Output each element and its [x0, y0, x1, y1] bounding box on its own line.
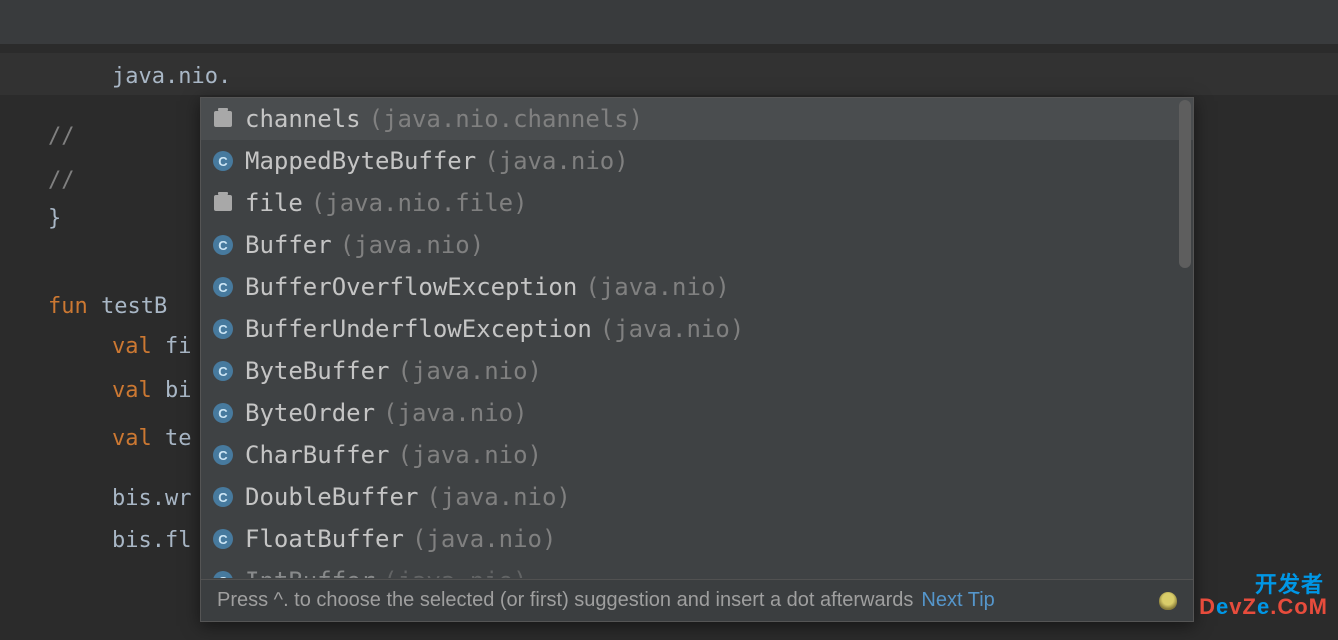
code-line-9[interactable]: bis.wr: [112, 478, 191, 520]
completion-name: BufferUnderflowException: [245, 315, 592, 343]
completion-item-MappedByteBuffer[interactable]: C MappedByteBuffer (java.nio): [201, 140, 1193, 182]
completion-item-BufferOverflowException[interactable]: C BufferOverflowException (java.nio): [201, 266, 1193, 308]
completion-name: ByteOrder: [245, 399, 375, 427]
completion-item-BufferUnderflowException[interactable]: C BufferUnderflowException (java.nio): [201, 308, 1193, 350]
class-icon: C: [213, 277, 233, 297]
code-line-3[interactable]: //: [48, 160, 75, 202]
completion-scrollbar[interactable]: [1179, 100, 1191, 576]
completion-package: (java.nio): [426, 483, 571, 511]
completion-hint: Press ^. to choose the selected (or firs…: [217, 589, 913, 612]
top-bar: [0, 0, 1338, 44]
completion-package: (java.nio): [383, 567, 528, 578]
completion-item-IntBuffer[interactable]: C IntBuffer (java.nio): [201, 560, 1193, 578]
completion-item-Buffer[interactable]: C Buffer (java.nio): [201, 224, 1193, 266]
class-icon: C: [213, 235, 233, 255]
completion-name: FloatBuffer: [245, 525, 404, 553]
completion-name: channels: [245, 105, 361, 133]
completion-package: (java.nio): [340, 231, 485, 259]
class-icon: C: [213, 151, 233, 171]
completion-item-CharBuffer[interactable]: C CharBuffer (java.nio): [201, 434, 1193, 476]
completion-item-channels[interactable]: channels (java.nio.channels): [201, 98, 1193, 140]
code-line-7[interactable]: val bi: [112, 370, 192, 412]
code-line-2[interactable]: //: [48, 116, 75, 158]
completion-name: Buffer: [245, 231, 332, 259]
package-icon: [213, 193, 233, 213]
class-icon: C: [213, 529, 233, 549]
completion-item-ByteOrder[interactable]: C ByteOrder (java.nio): [201, 392, 1193, 434]
completion-package: (java.nio): [585, 273, 730, 301]
scrollbar-thumb[interactable]: [1179, 100, 1191, 268]
completion-name: DoubleBuffer: [245, 483, 418, 511]
completion-name: ByteBuffer: [245, 357, 390, 385]
class-icon: C: [213, 487, 233, 507]
completion-item-ByteBuffer[interactable]: C ByteBuffer (java.nio): [201, 350, 1193, 392]
completion-name: BufferOverflowException: [245, 273, 577, 301]
code-line-10[interactable]: bis.fl: [112, 520, 191, 562]
code-line-6[interactable]: val fi: [112, 326, 192, 368]
code-line-4[interactable]: }: [48, 198, 61, 240]
completion-item-file[interactable]: file (java.nio.file): [201, 182, 1193, 224]
completion-list: channels (java.nio.channels) C MappedByteBu…: [201, 98, 1193, 578]
code-line-1[interactable]: java.nio.: [112, 56, 231, 98]
completion-package: (java.nio): [383, 399, 528, 427]
class-icon: C: [213, 403, 233, 423]
completion-popup: channels (java.nio.channels) C MappedByteBu…: [200, 97, 1194, 622]
completion-package: (java.nio.channels): [369, 105, 644, 133]
completion-item-DoubleBuffer[interactable]: C DoubleBuffer (java.nio): [201, 476, 1193, 518]
class-icon: C: [213, 571, 233, 578]
watermark-line1: 开发者: [1192, 574, 1328, 596]
class-icon: C: [213, 361, 233, 381]
class-icon: C: [213, 445, 233, 465]
completion-package: (java.nio): [398, 357, 543, 385]
package-icon: [213, 109, 233, 129]
completion-footer: Press ^. to choose the selected (or firs…: [201, 579, 1193, 621]
completion-package: (java.nio.file): [311, 189, 528, 217]
bulb-icon[interactable]: [1159, 592, 1177, 610]
code-line-8[interactable]: val te: [112, 418, 192, 460]
class-icon: C: [213, 319, 233, 339]
next-tip-link[interactable]: Next Tip: [921, 589, 994, 612]
completion-package: (java.nio): [484, 147, 629, 175]
completion-name: file: [245, 189, 303, 217]
completion-package: (java.nio): [398, 441, 543, 469]
completion-name: MappedByteBuffer: [245, 147, 476, 175]
completion-item-FloatBuffer[interactable]: C FloatBuffer (java.nio): [201, 518, 1193, 560]
completion-package: (java.nio): [412, 525, 557, 553]
watermark-line2: DevZe.CoM: [1192, 596, 1328, 618]
code-line-5[interactable]: fun testB: [48, 286, 167, 328]
completion-name: IntBuffer: [245, 567, 375, 578]
completion-package: (java.nio): [600, 315, 745, 343]
completion-name: CharBuffer: [245, 441, 390, 469]
watermark: 开发者 DevZe.CoM: [1192, 574, 1328, 618]
